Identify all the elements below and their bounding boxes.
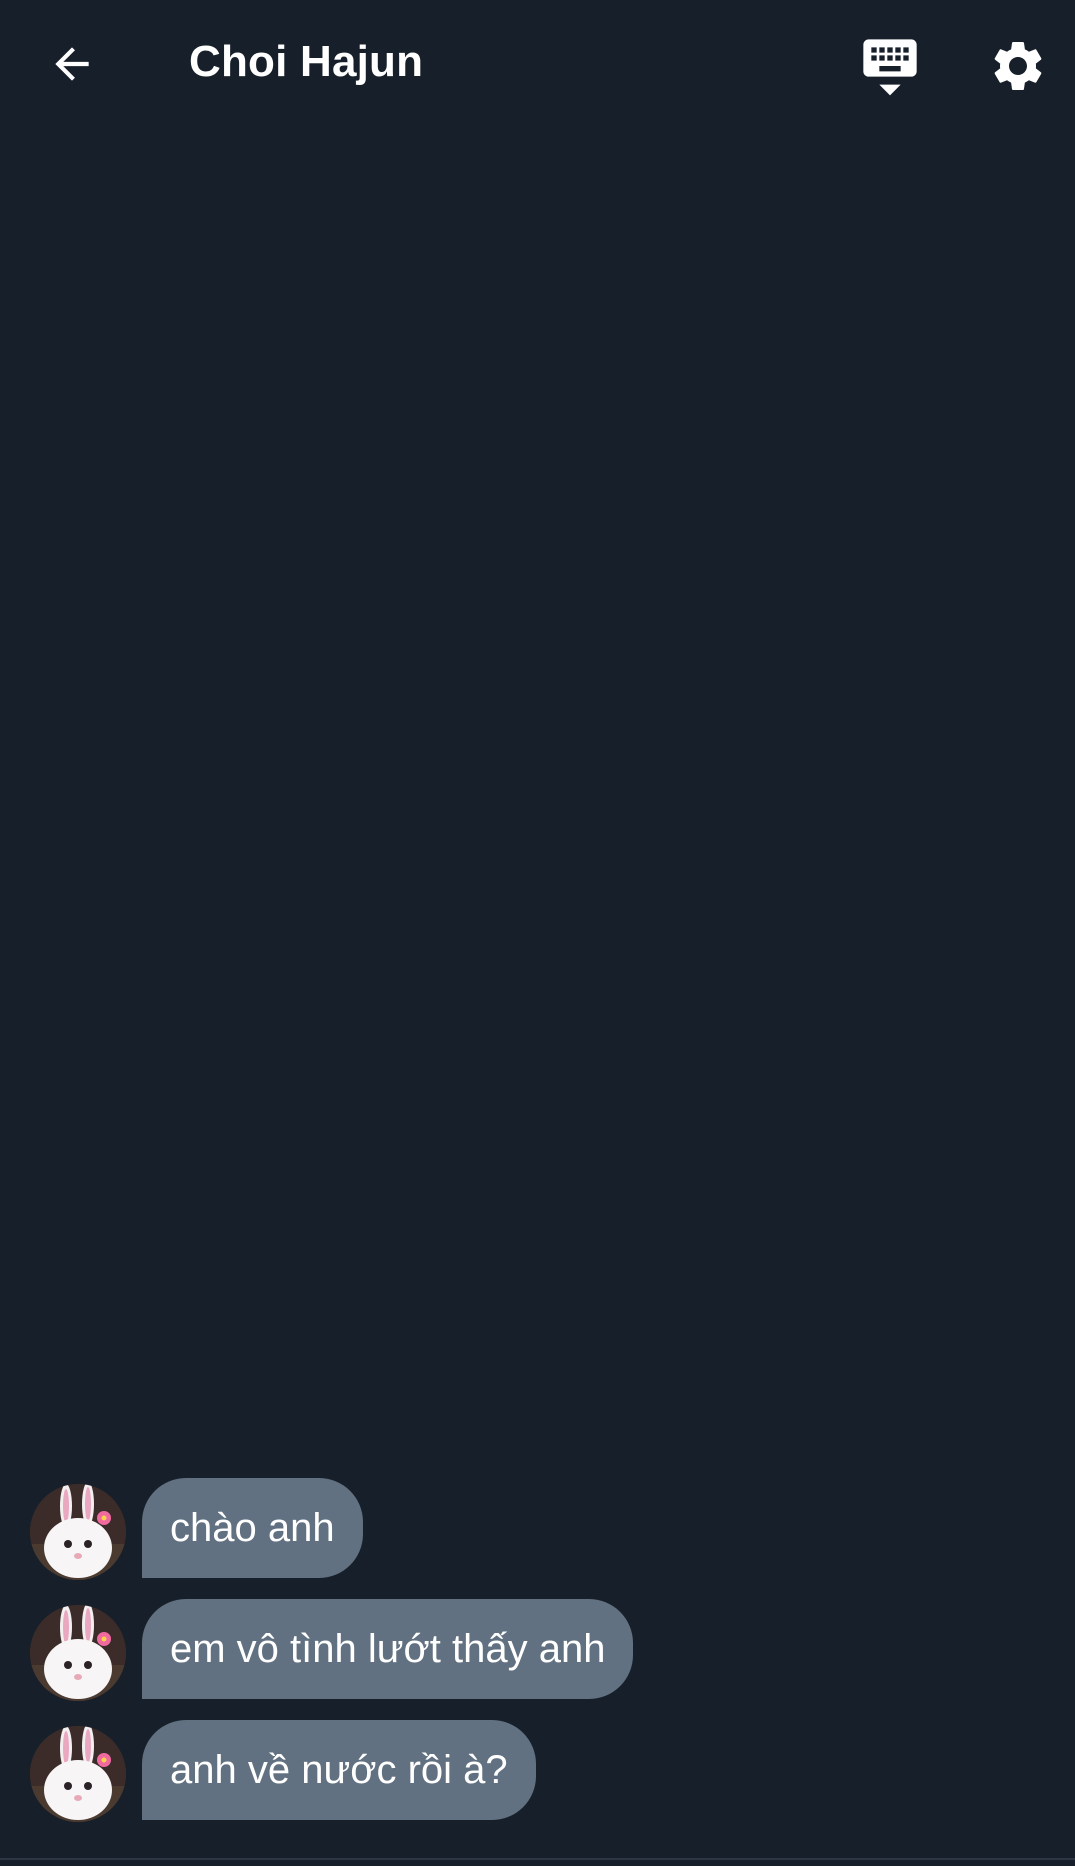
gear-icon	[994, 42, 1042, 90]
bunny-avatar-icon	[30, 1484, 126, 1580]
bunny-avatar-icon	[30, 1605, 126, 1701]
message-row: chào anh	[0, 1478, 1075, 1580]
avatar[interactable]	[30, 1726, 126, 1822]
page-title: Choi Hajun	[189, 37, 424, 86]
message-bubble[interactable]: em vô tình lướt thấy anh	[142, 1599, 634, 1699]
keyboard-hide-icon	[863, 39, 917, 96]
back-button[interactable]	[36, 28, 108, 100]
arrow-left-icon	[55, 47, 89, 81]
message-bubble[interactable]: anh về nước rồi à?	[142, 1720, 536, 1820]
message-row: anh về nước rồi à?	[0, 1720, 1075, 1822]
chat-screen: Choi Hajun chào anh em vô tình lướt thấy…	[0, 0, 1075, 1866]
avatar[interactable]	[30, 1605, 126, 1701]
settings-button[interactable]	[980, 28, 1056, 104]
top-bar: Choi Hajun	[0, 0, 1075, 128]
keyboard-button[interactable]	[852, 28, 928, 104]
message-row: em vô tình lướt thấy anh	[0, 1599, 1075, 1701]
bunny-avatar-icon	[30, 1726, 126, 1822]
avatar[interactable]	[30, 1484, 126, 1580]
divider	[0, 1858, 1075, 1860]
message-bubble[interactable]: chào anh	[142, 1478, 363, 1578]
